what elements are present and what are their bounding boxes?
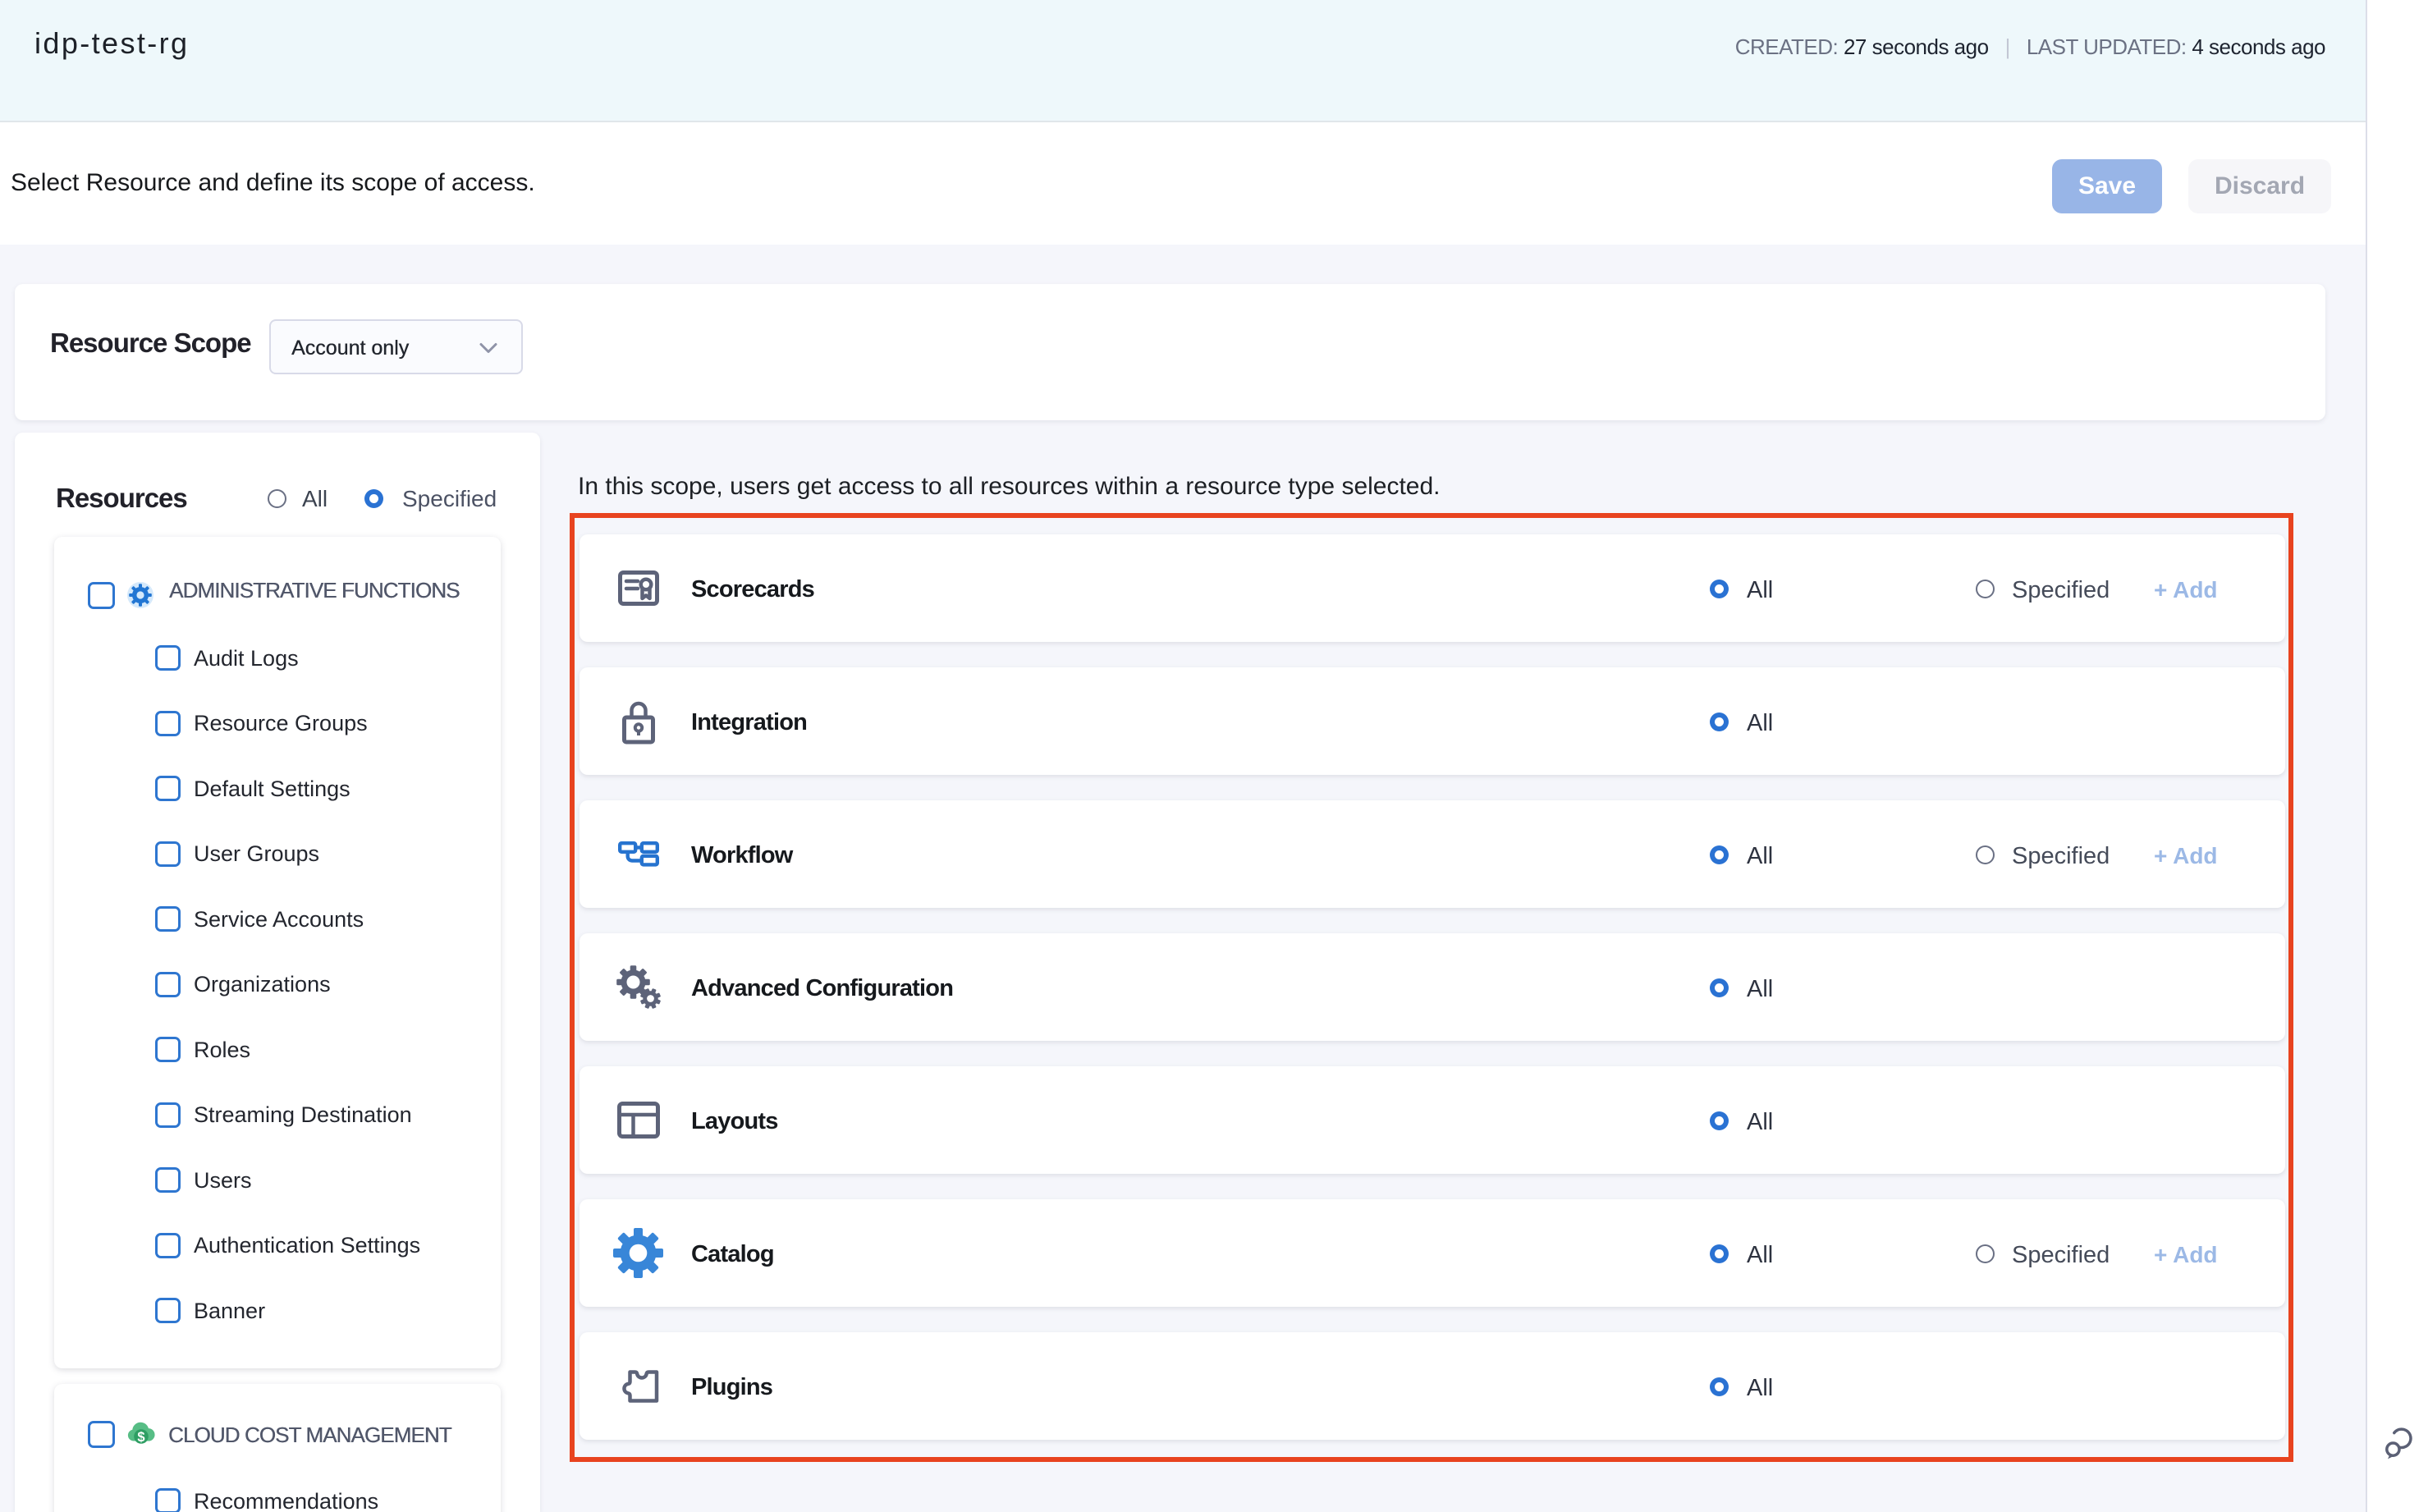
svg-text:$: $ [137,1430,144,1445]
